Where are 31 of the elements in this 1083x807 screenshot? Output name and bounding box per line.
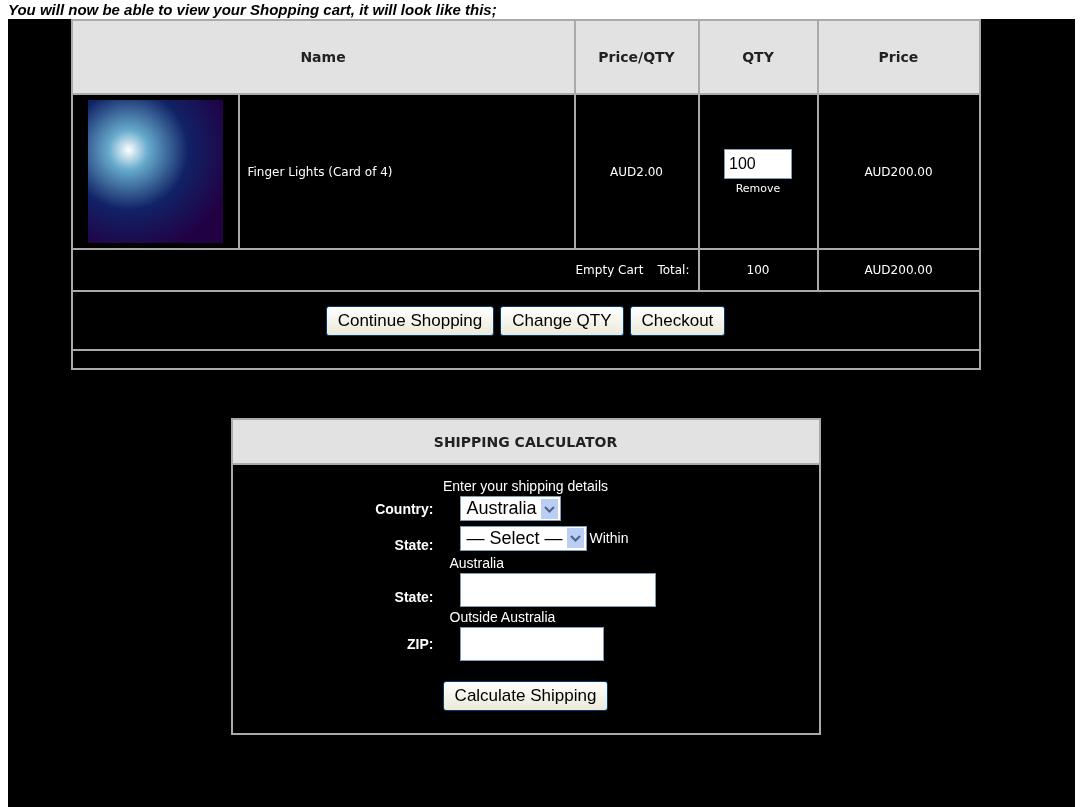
shipping-subtitle: Enter your shipping details xyxy=(443,478,608,494)
remove-link[interactable]: Remove xyxy=(699,181,817,195)
total-qty: 100 xyxy=(698,249,818,291)
cart-button[interactable]: Change QTY xyxy=(500,305,624,336)
calculate-shipping-button[interactable]: Calculate Shipping xyxy=(442,681,609,711)
text-field[interactable] xyxy=(459,627,604,661)
field-label: Country: xyxy=(375,500,434,517)
column-header: QTY xyxy=(698,20,818,94)
field-label: ZIP: xyxy=(407,636,434,652)
field-label: State: xyxy=(394,589,434,605)
column-header: Price/QTY xyxy=(574,20,699,94)
field-note: Within xyxy=(589,530,629,546)
text-field[interactable] xyxy=(459,573,656,607)
shipping-title: SHIPPING CALCULATOR xyxy=(232,420,819,465)
field-note: Outside Australia xyxy=(449,609,557,625)
total-price: AUD200.00 xyxy=(817,249,980,291)
total-label: Total: xyxy=(657,263,690,277)
select-field[interactable]: Australia xyxy=(459,496,561,521)
empty-cart-link[interactable]: Empty Cart xyxy=(575,263,644,277)
column-header: Price xyxy=(817,20,980,94)
qty-input[interactable]: 100 xyxy=(724,148,792,179)
product-name: Finger Lights (Card of 4) xyxy=(238,94,575,249)
cart-button[interactable]: Checkout xyxy=(629,305,726,336)
select-field[interactable]: — Select — xyxy=(459,525,587,551)
cart-button[interactable]: Continue Shopping xyxy=(325,305,495,336)
column-header: Name xyxy=(71,20,575,94)
unit-price: AUD2.00 xyxy=(574,94,699,249)
intro-text: You will now be able to view your Shopping cart, it will look like this; xyxy=(7,0,498,18)
row-price: AUD200.00 xyxy=(817,94,980,249)
field-label: State: xyxy=(394,537,434,553)
field-note: Australia xyxy=(449,555,505,571)
